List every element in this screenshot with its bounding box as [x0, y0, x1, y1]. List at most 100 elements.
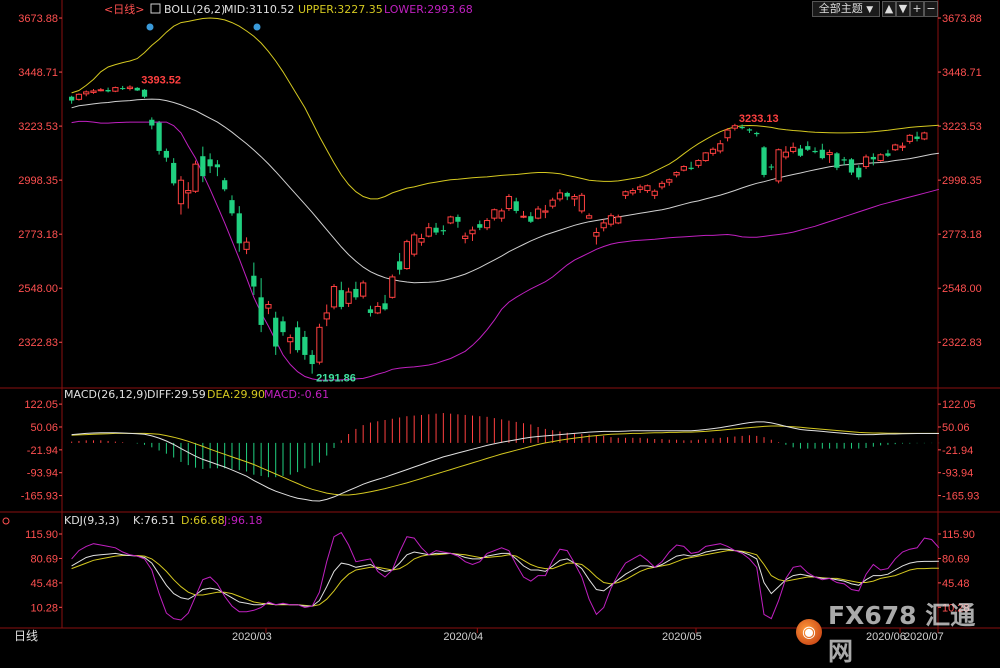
- event-marker-icon: [253, 23, 261, 31]
- x-date-label: 2020/05: [662, 631, 702, 643]
- candle-body: [302, 336, 308, 355]
- candle-body: [826, 152, 833, 156]
- candle-body: [731, 125, 738, 129]
- candle-body: [556, 192, 564, 200]
- candle-body: [287, 337, 294, 343]
- kdj-tick-label: 80.69: [942, 553, 970, 565]
- candle-body: [848, 159, 855, 173]
- zoom-out-button[interactable]: −: [924, 1, 938, 17]
- candle-body: [899, 145, 906, 148]
- candle-body: [112, 87, 119, 92]
- macd-diff-line: [71, 421, 939, 502]
- candle-body: [673, 172, 680, 176]
- theme-selector[interactable]: 全部主题 ▼: [812, 1, 880, 17]
- extreme-price-label: 3233.13: [739, 113, 779, 125]
- scroll-up-button[interactable]: ▲: [882, 1, 896, 17]
- boll-mid-line: [71, 98, 939, 284]
- candle-body: [754, 132, 760, 135]
- candle-body: [782, 151, 790, 158]
- candle-body: [389, 276, 396, 298]
- candle-body: [534, 208, 542, 219]
- candle-body: [251, 275, 257, 287]
- candle-body: [316, 326, 323, 363]
- candle-body: [323, 312, 330, 320]
- macd-diff-legend: DIFF:29.59: [147, 388, 206, 401]
- candle-body: [513, 201, 519, 211]
- event-marker-icon: [146, 23, 154, 31]
- extreme-price-label: 3393.52: [141, 74, 181, 86]
- candle-body: [834, 153, 840, 168]
- candle-body: [455, 216, 461, 222]
- candle-body: [90, 90, 97, 93]
- candle-body: [447, 216, 454, 224]
- candle-body: [607, 215, 615, 225]
- kdj-tick-label: 45.48: [942, 578, 970, 590]
- scroll-down-button[interactable]: ▼: [896, 1, 910, 17]
- candle-body: [870, 156, 876, 160]
- boll-mid-legend: MID:3110.52: [224, 3, 294, 16]
- price-panel: 3393.52 2191.86 3233.13: [69, 17, 940, 385]
- candle-body: [768, 166, 774, 168]
- candle-body: [797, 148, 804, 156]
- candle-body: [418, 238, 425, 243]
- candle-body: [163, 150, 170, 158]
- macd-value-legend: MACD:-0.61: [264, 388, 329, 401]
- candle-body: [330, 286, 338, 308]
- macd-tick-label: -93.94: [942, 468, 973, 480]
- candle-body: [680, 166, 687, 171]
- candle-body: [651, 190, 658, 196]
- kdj-d-legend: D:66.68: [181, 514, 225, 527]
- price-tick-label: 2998.35: [18, 175, 58, 187]
- candle-body: [105, 89, 111, 92]
- candle-body: [688, 167, 694, 169]
- candle-body: [914, 136, 920, 139]
- candle-body: [585, 215, 593, 219]
- candle-body: [571, 196, 578, 200]
- macd-tick-label: -21.94: [942, 445, 973, 457]
- candle-body: [505, 196, 513, 210]
- candle-body: [360, 282, 367, 297]
- watermark: ◉ FX678 汇通网: [796, 596, 1000, 668]
- candle-body: [309, 354, 315, 365]
- candle-body: [265, 304, 272, 309]
- candle-body: [214, 164, 221, 168]
- candle-body: [717, 143, 724, 152]
- candle-body: [739, 126, 745, 129]
- candle-body: [578, 194, 585, 212]
- candle-body: [345, 291, 352, 304]
- candle-body: [126, 86, 134, 90]
- candle-body: [469, 229, 476, 235]
- candle-body: [666, 179, 673, 183]
- kdj-tick-label: 115.90: [942, 529, 975, 541]
- candle-body: [367, 309, 374, 313]
- macd-tick-label: 50.06: [942, 422, 970, 434]
- candle-body: [709, 148, 717, 154]
- candle-body: [171, 162, 177, 184]
- macd-tick-label: 122.05: [24, 399, 58, 411]
- x-date-label: 2020/04: [443, 631, 483, 643]
- candle-body: [222, 180, 228, 190]
- candle-body: [812, 150, 818, 153]
- candle-body: [702, 152, 709, 162]
- candle-body: [724, 129, 731, 139]
- candle-body: [200, 156, 206, 177]
- candle-body: [636, 186, 644, 190]
- candle-body: [243, 241, 250, 250]
- candle-body: [775, 149, 782, 182]
- candle-body: [564, 192, 570, 197]
- zoom-in-button[interactable]: +: [910, 1, 924, 17]
- price-tick-label: 2548.00: [942, 283, 982, 295]
- candle-body: [229, 200, 235, 214]
- candle-body: [280, 321, 286, 333]
- kdj-tick-label: 10.28: [30, 602, 58, 614]
- candle-body: [862, 156, 870, 168]
- axes: 3673.88 3673.88 3448.71 3448.71 3223.53 3223.…: [2, 13, 982, 643]
- candle-body: [149, 119, 155, 126]
- candle-body: [805, 146, 811, 150]
- kdj-tick-label: 45.48: [30, 578, 58, 590]
- candle-body: [273, 317, 279, 347]
- price-tick-label: 3448.71: [942, 67, 982, 79]
- candle-body: [156, 122, 162, 151]
- theme-label: 全部主题: [818, 2, 863, 15]
- candle-body: [236, 213, 242, 244]
